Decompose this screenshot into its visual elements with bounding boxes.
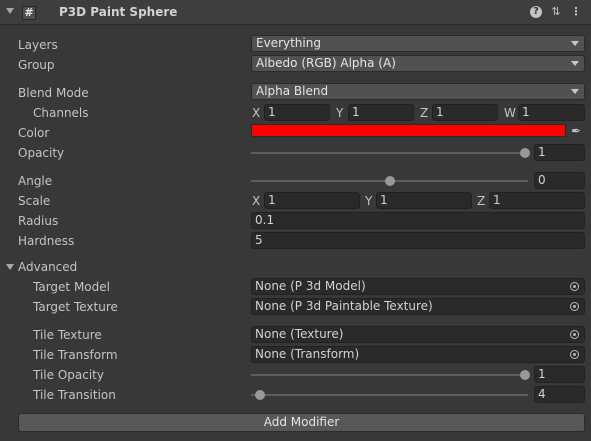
- advanced-foldout-label[interactable]: Advanced: [18, 260, 77, 274]
- channels-w-label[interactable]: W: [504, 106, 516, 120]
- tile-transition-slider-thumb[interactable]: [255, 390, 265, 400]
- tile-opacity-label: Tile Opacity: [33, 368, 104, 382]
- hardness-label: Hardness: [18, 234, 75, 248]
- target-texture-label: Target Texture: [33, 300, 118, 314]
- channels-w-field[interactable]: 1: [518, 104, 585, 121]
- chevron-down-icon: [571, 41, 579, 46]
- opacity-slider-thumb[interactable]: [520, 148, 530, 158]
- tile-texture-field[interactable]: None (Texture): [251, 326, 585, 343]
- blend-mode-dropdown[interactable]: Alpha Blend: [251, 83, 585, 100]
- angle-field[interactable]: 0: [534, 172, 585, 189]
- radius-label: Radius: [18, 214, 59, 228]
- group-value: Albedo (RGB) Alpha (A): [256, 56, 396, 70]
- color-swatch[interactable]: [251, 124, 566, 137]
- channels-y-field[interactable]: 1: [348, 104, 414, 121]
- add-modifier-button[interactable]: Add Modifier: [18, 413, 585, 432]
- opacity-label: Opacity: [18, 146, 65, 160]
- tile-opacity-field[interactable]: 1: [534, 366, 585, 383]
- object-picker-icon[interactable]: [570, 330, 579, 339]
- scale-label: Scale: [18, 194, 51, 208]
- layers-value: Everything: [256, 36, 321, 50]
- radius-field[interactable]: 0.1: [251, 212, 585, 229]
- object-picker-icon[interactable]: [570, 302, 579, 311]
- scale-x-field[interactable]: 1: [264, 192, 360, 209]
- opacity-slider-track[interactable]: [251, 152, 528, 154]
- tile-transition-slider-track[interactable]: [251, 394, 528, 396]
- channels-x-field[interactable]: 1: [264, 104, 330, 121]
- tile-transform-label: Tile Transform: [33, 348, 118, 362]
- color-label: Color: [18, 126, 50, 140]
- target-model-label: Target Model: [33, 280, 110, 294]
- eyedropper-icon[interactable]: ✒: [569, 124, 583, 138]
- component-title: P3D Paint Sphere: [59, 5, 178, 19]
- tile-transition-field[interactable]: 4: [534, 386, 585, 403]
- script-enabled-checkbox[interactable]: #: [22, 6, 36, 20]
- scale-y-label[interactable]: Y: [365, 194, 372, 208]
- target-texture-value: None (P 3d Paintable Texture): [255, 299, 433, 313]
- blend-mode-label: Blend Mode: [18, 86, 89, 100]
- channels-y-label[interactable]: Y: [336, 106, 343, 120]
- channels-z-field[interactable]: 1: [432, 104, 498, 121]
- tile-transform-value: None (Transform): [255, 347, 360, 361]
- channels-x-label[interactable]: X: [252, 106, 260, 120]
- foldout-arrow-icon[interactable]: [6, 8, 14, 14]
- presets-icon[interactable]: ⇅: [549, 5, 563, 19]
- layers-label: Layers: [18, 38, 58, 52]
- angle-slider-thumb[interactable]: [385, 176, 395, 186]
- tile-opacity-slider-track[interactable]: [251, 374, 528, 376]
- target-model-value: None (P 3d Model): [255, 279, 366, 293]
- group-dropdown[interactable]: Albedo (RGB) Alpha (A): [251, 55, 585, 72]
- tile-transform-field[interactable]: None (Transform): [251, 346, 585, 363]
- blend-mode-value: Alpha Blend: [256, 84, 329, 98]
- target-model-field[interactable]: None (P 3d Model): [251, 278, 585, 295]
- chevron-down-icon: [571, 61, 579, 66]
- opacity-field[interactable]: 1: [534, 144, 585, 161]
- tile-opacity-slider-thumb[interactable]: [520, 370, 530, 380]
- object-picker-icon[interactable]: [570, 350, 579, 359]
- tile-texture-label: Tile Texture: [33, 328, 102, 342]
- context-menu-icon[interactable]: ⋮: [569, 5, 583, 19]
- target-texture-field[interactable]: None (P 3d Paintable Texture): [251, 298, 585, 315]
- chevron-down-icon: [571, 89, 579, 94]
- angle-label: Angle: [18, 174, 53, 188]
- layers-dropdown[interactable]: Everything: [251, 35, 585, 52]
- hardness-field[interactable]: 5: [251, 232, 585, 249]
- component-header: # P3D Paint Sphere ? ⇅ ⋮: [0, 0, 591, 25]
- tile-texture-value: None (Texture): [255, 327, 344, 341]
- scale-x-label[interactable]: X: [252, 194, 260, 208]
- scale-z-label[interactable]: Z: [477, 194, 485, 208]
- scale-z-field[interactable]: 1: [489, 192, 585, 209]
- channels-z-label[interactable]: Z: [420, 106, 428, 120]
- channels-label: Channels: [33, 106, 89, 120]
- scale-y-field[interactable]: 1: [376, 192, 472, 209]
- advanced-foldout-arrow-icon[interactable]: [6, 264, 14, 270]
- group-label: Group: [18, 58, 55, 72]
- object-picker-icon[interactable]: [570, 282, 579, 291]
- tile-transition-label: Tile Transition: [33, 388, 116, 402]
- help-icon[interactable]: ?: [530, 6, 542, 18]
